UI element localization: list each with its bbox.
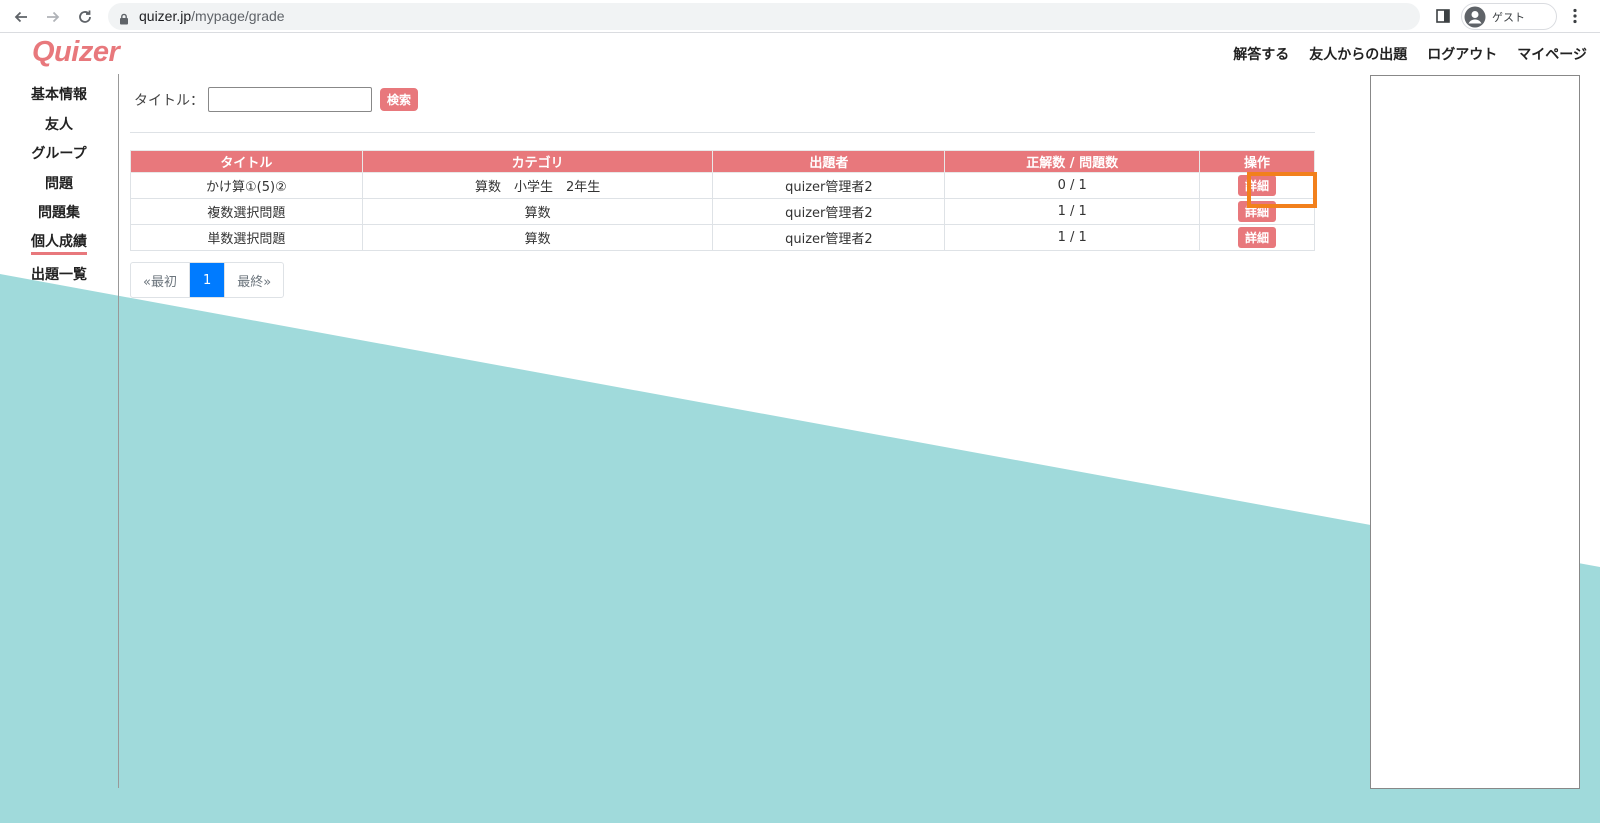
sidebar-item-questions[interactable]: 問題 <box>0 173 118 193</box>
search-label: タイトル： <box>134 92 204 109</box>
cell-action: 詳細 <box>1199 224 1315 251</box>
page-current[interactable]: 1 <box>189 263 226 297</box>
detail-button[interactable]: 詳細 <box>1238 175 1277 196</box>
sidebar-item-question-list[interactable]: 出題一覧 <box>0 264 118 284</box>
url-host: quizer.jp <box>139 8 192 24</box>
lock-icon <box>119 10 129 29</box>
column-header-action: 操作 <box>1199 150 1315 173</box>
sidebar: 基本情報 友人 グループ 問題 問題集 個人成績 出題一覧 <box>0 74 118 823</box>
cell-score: 0 / 1 <box>944 172 1201 199</box>
grade-table: タイトル カテゴリ 出題者 正解数 / 問題数 操作 かけ算①(5)② 算数 小… <box>130 150 1315 251</box>
nav-mypage[interactable]: マイページ <box>1517 44 1587 64</box>
sidebar-item-question-sets[interactable]: 問題集 <box>0 202 118 222</box>
top-nav: 解答する 友人からの出題 ログアウト マイページ <box>1233 44 1587 64</box>
divider <box>130 132 1315 133</box>
cell-score: 1 / 1 <box>944 198 1201 225</box>
page-first[interactable]: «最初 <box>131 263 190 297</box>
reload-icon[interactable] <box>73 5 97 29</box>
profile-label: ゲスト <box>1492 10 1525 24</box>
more-menu-icon[interactable] <box>1564 5 1586 27</box>
sidebar-item-label: 問題集 <box>38 205 80 221</box>
detail-button[interactable]: 詳細 <box>1238 201 1277 222</box>
sidebar-item-friends[interactable]: 友人 <box>0 114 118 134</box>
address-bar[interactable]: quizer.jp/mypage/grade <box>108 3 1420 30</box>
table-row: かけ算①(5)② 算数 小学生 2年生 quizer管理者2 0 / 1 詳細 <box>130 172 1315 199</box>
back-icon[interactable] <box>9 5 33 29</box>
cell-category: 算数 <box>361 224 714 251</box>
page-last[interactable]: 最終» <box>225 263 283 297</box>
cell-category: 算数 小学生 2年生 <box>361 172 714 199</box>
sidebar-item-basic-info[interactable]: 基本情報 <box>0 84 118 104</box>
profile-button[interactable]: ゲスト <box>1461 3 1557 30</box>
sidebar-item-label: 個人成績 <box>31 234 87 255</box>
side-panel-icon[interactable] <box>1432 5 1454 27</box>
sidebar-item-groups[interactable]: グループ <box>0 143 118 163</box>
right-side-panel <box>1370 75 1580 789</box>
cell-score: 1 / 1 <box>944 224 1201 251</box>
column-header-category: カテゴリ <box>361 150 714 173</box>
sidebar-divider <box>118 74 119 788</box>
title-search-input[interactable] <box>208 87 372 112</box>
column-header-score: 正解数 / 問題数 <box>944 150 1201 173</box>
search-button[interactable]: 検索 <box>380 88 419 111</box>
cell-author: quizer管理者2 <box>712 198 946 225</box>
cell-category: 算数 <box>361 198 714 225</box>
detail-button[interactable]: 詳細 <box>1238 227 1277 248</box>
nav-logout[interactable]: ログアウト <box>1427 44 1497 64</box>
cell-title: 複数選択問題 <box>130 198 363 225</box>
forward-icon[interactable] <box>41 5 65 29</box>
column-header-author: 出題者 <box>712 150 946 173</box>
sidebar-item-label: 問題 <box>45 176 73 192</box>
cell-title: かけ算①(5)② <box>130 172 363 199</box>
search-form: タイトル： 検索 <box>134 87 419 112</box>
cell-author: quizer管理者2 <box>712 224 946 251</box>
pagination: «最初 1 最終» <box>130 262 285 298</box>
cell-author: quizer管理者2 <box>712 172 946 199</box>
url-text: quizer.jp/mypage/grade <box>139 8 285 24</box>
table-row: 複数選択問題 算数 quizer管理者2 1 / 1 詳細 <box>130 198 1315 225</box>
cell-action: 詳細 <box>1199 172 1315 199</box>
browser-toolbar: quizer.jp/mypage/grade ゲスト <box>0 0 1600 33</box>
url-path: /mypage/grade <box>191 8 285 24</box>
cell-action: 詳細 <box>1199 198 1315 225</box>
nav-from-friends[interactable]: 友人からの出題 <box>1309 44 1407 64</box>
column-header-title: タイトル <box>130 150 363 173</box>
table-row: 単数選択問題 算数 quizer管理者2 1 / 1 詳細 <box>130 224 1315 251</box>
table-header-row: タイトル カテゴリ 出題者 正解数 / 問題数 操作 <box>130 150 1315 173</box>
sidebar-item-label: グループ <box>31 146 87 162</box>
site-logo[interactable]: Quizer <box>32 36 120 69</box>
sidebar-item-personal-grades[interactable]: 個人成績 <box>0 231 118 255</box>
sidebar-item-label: 友人 <box>45 117 73 133</box>
cell-title: 単数選択問題 <box>130 224 363 251</box>
sidebar-item-label: 出題一覧 <box>31 267 87 283</box>
nav-answer[interactable]: 解答する <box>1233 44 1289 64</box>
page: Quizer 解答する 友人からの出題 ログアウト マイページ 基本情報 友人 … <box>0 34 1600 823</box>
sidebar-item-label: 基本情報 <box>31 87 87 103</box>
avatar-icon <box>1464 6 1486 27</box>
